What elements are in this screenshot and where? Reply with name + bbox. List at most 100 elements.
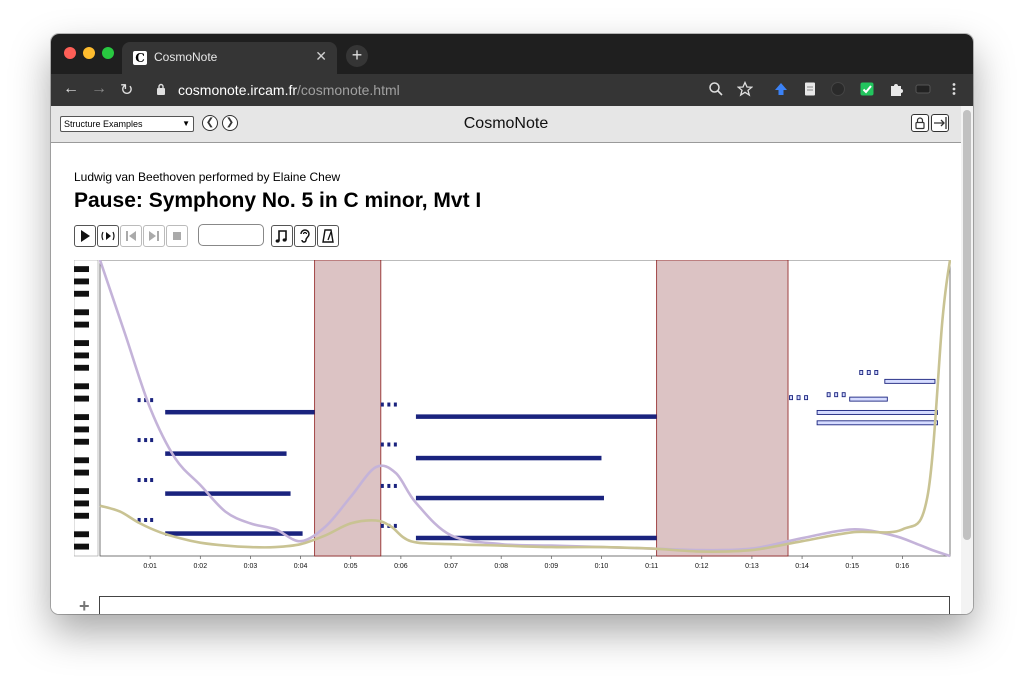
note [816, 409, 938, 415]
piano-black-key [74, 414, 89, 421]
close-window-button[interactable] [64, 47, 76, 59]
piano-black-key [74, 364, 89, 371]
add-annotation-button[interactable]: + [79, 596, 90, 614]
piano-black-key [74, 500, 89, 507]
notes-toggle-button[interactable] [271, 225, 293, 247]
note [849, 396, 888, 402]
minimize-window-button[interactable] [83, 47, 95, 59]
url-host: cosmonote.ircam.fr [178, 82, 298, 98]
note [380, 523, 384, 528]
new-tab-button[interactable]: + [346, 45, 368, 67]
piano-black-key [74, 278, 89, 285]
note [393, 523, 397, 528]
listen-toggle-button[interactable] [294, 225, 316, 247]
x-tick-label: 0:02 [193, 563, 207, 570]
note [834, 392, 839, 398]
lock-icon [157, 83, 165, 95]
note [144, 438, 148, 443]
note [380, 483, 384, 488]
time-input[interactable] [198, 224, 264, 246]
piano-black-key [74, 266, 89, 273]
tab-close-icon[interactable]: ✕ [315, 48, 327, 65]
note [841, 392, 846, 398]
profile-avatar-icon[interactable] [915, 81, 931, 97]
piano-black-key [74, 469, 89, 476]
note [866, 370, 871, 375]
reload-icon[interactable]: ↻ [120, 80, 133, 100]
x-tick-label: 0:04 [294, 563, 308, 570]
note [393, 442, 397, 447]
note [150, 438, 154, 443]
piano-black-key [74, 352, 89, 359]
url-field[interactable]: cosmonote.ircam.fr/cosmonote.html [178, 82, 400, 98]
skip-forward-icon [149, 231, 159, 241]
logout-button[interactable] [931, 114, 949, 132]
note [415, 455, 602, 461]
ear-icon [300, 229, 310, 243]
x-tick-label: 0:07 [444, 563, 458, 570]
x-tick-label: 0:13 [745, 563, 759, 570]
note [380, 442, 384, 447]
music-note-icon [275, 230, 287, 243]
x-tick-label: 0:01 [143, 563, 157, 570]
piece-title: Pause: Symphony No. 5 in C minor, Mvt I [74, 189, 482, 212]
note [859, 370, 864, 375]
piano-black-key [74, 438, 89, 445]
pause-region [314, 259, 382, 557]
note [816, 420, 938, 426]
zoom-magnifier-icon[interactable] [708, 81, 724, 97]
zoom-window-button[interactable] [102, 47, 114, 59]
play-button[interactable] [74, 225, 96, 247]
extension-document-icon[interactable] [802, 81, 818, 97]
play-with-sound-button[interactable] [97, 225, 119, 247]
piano-roll-chart[interactable]: 0:01 0:02 0:03 0:04 0:05 0:06 0:07 0:08 0:09 0:10… [73, 259, 952, 576]
browser-tab[interactable]: C CosmoNote ✕ [122, 42, 337, 74]
url-path: /cosmonote.html [297, 82, 400, 98]
forward-arrow-icon[interactable]: → [91, 80, 107, 98]
metronome-toggle-button[interactable] [317, 225, 339, 247]
tab-title: CosmoNote [154, 50, 218, 64]
note [387, 483, 391, 488]
skip-back-icon [126, 231, 136, 241]
piano-black-key [74, 457, 89, 464]
piano-black-key [74, 512, 89, 519]
note [393, 402, 397, 407]
note [150, 478, 154, 483]
note [415, 495, 604, 501]
note [150, 398, 154, 403]
piano-black-key [74, 309, 89, 316]
note [137, 398, 141, 403]
skip-back-button[interactable] [120, 225, 142, 247]
play-icon [81, 230, 90, 242]
note [137, 438, 141, 443]
stop-icon [173, 232, 181, 240]
extension-checkmark-icon[interactable] [859, 81, 875, 97]
piano-roll-svg[interactable]: 0:01 0:02 0:03 0:04 0:05 0:06 0:07 0:08 0:09 0:10… [73, 259, 952, 576]
piano-black-key [74, 321, 89, 328]
cosmonote-favicon-icon: C [133, 51, 147, 65]
extension-github-icon[interactable] [830, 81, 846, 97]
scrollbar-thumb[interactable] [963, 110, 971, 540]
note [874, 370, 879, 375]
note [165, 409, 315, 415]
page-content: Structure Examples ▼ ❮ ❯ CosmoNote Ludwi… [51, 106, 961, 614]
x-tick-label: 0:09 [545, 563, 559, 570]
piano-black-key [74, 488, 89, 495]
extensions-puzzle-icon[interactable] [888, 81, 904, 97]
skip-forward-button[interactable] [143, 225, 165, 247]
stop-button[interactable] [166, 225, 188, 247]
browser-menu-icon[interactable] [946, 81, 962, 97]
annotation-panel[interactable] [99, 596, 950, 614]
bookmark-star-icon[interactable] [737, 81, 753, 97]
back-arrow-icon[interactable]: ← [63, 80, 79, 98]
extension-upload-icon[interactable] [773, 81, 789, 97]
x-tick-label: 0:05 [344, 563, 358, 570]
x-tick-label: 0:16 [896, 563, 910, 570]
note [150, 517, 154, 522]
note [387, 402, 391, 407]
note [165, 451, 287, 456]
note [826, 392, 831, 398]
x-tick-label: 0:14 [795, 563, 809, 570]
lock-button[interactable] [911, 114, 929, 132]
piano-black-key [74, 383, 89, 390]
